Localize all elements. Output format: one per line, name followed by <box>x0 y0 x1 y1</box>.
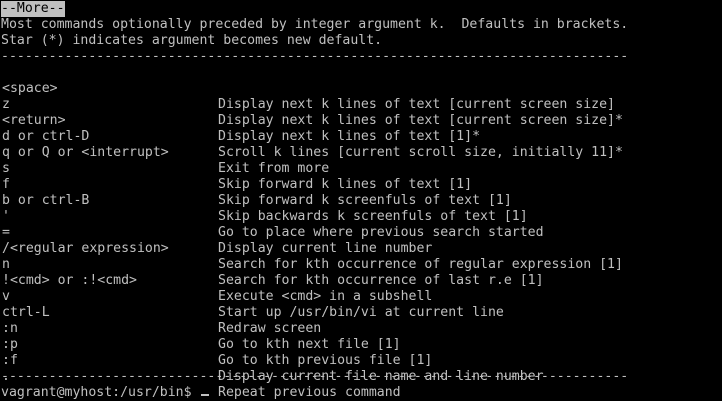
command-row: <return> Display next k lines of text [1… <box>1 97 480 144</box>
command-desc: Redraw screen <box>218 321 322 336</box>
command-row: :n Go to kth next file [1] <box>1 305 401 352</box>
command-desc: Skip forward k screenfuls of text [1] <box>218 193 512 208</box>
command-row: ' Go to place where previous search star… <box>1 193 544 240</box>
separator-line: ----------------------------------------… <box>1 369 629 384</box>
command-row: = Display current line number <box>1 209 432 256</box>
shell-prompt: vagrant@myhost:/usr/bin$ <box>1 385 200 400</box>
command-desc: Repeat previous command <box>218 385 401 400</box>
command-row: b or ctrl-B Skip backwards k screenfuls … <box>1 177 528 224</box>
text-cursor <box>200 394 209 396</box>
command-desc: Display next k lines of text [1]* <box>218 129 481 144</box>
shell-prompt-line[interactable]: vagrant@myhost:/usr/bin$ <box>1 385 209 401</box>
command-desc: Search for kth occurrence of regular exp… <box>218 257 623 272</box>
command-row: v Start up /usr/bin/vi at current line <box>1 273 504 320</box>
command-row: :p Go to kth previous file [1] <box>1 321 432 368</box>
command-row: . Repeat previous command <box>1 353 401 400</box>
command-desc: Start up /usr/bin/vi at current line <box>218 305 504 320</box>
command-desc: Search for kth occurrence of last r.e [1… <box>218 273 544 288</box>
command-desc: Exit from more <box>218 161 330 176</box>
command-row: ctrl-L Redraw screen <box>1 289 321 336</box>
command-row: <space> Display next k lines of text [cu… <box>1 65 615 112</box>
command-desc: Scroll k lines [current scroll size, ini… <box>218 145 623 160</box>
more-prompt: --More-- <box>1 1 65 17</box>
terminal-window[interactable]: --More-- Most commands optionally preced… <box>0 0 722 401</box>
separator-line: ----------------------------------------… <box>1 49 629 64</box>
command-row: !<cmd> or :!<cmd> Execute <cmd> in a sub… <box>1 257 432 304</box>
command-row: q or Q or <interrupt> Exit from more <box>1 129 329 176</box>
command-row: d or ctrl-D Scroll k lines [current scro… <box>1 113 623 160</box>
command-desc: Go to place where previous search starte… <box>218 225 544 240</box>
intro-line: Star (*) indicates argument becomes new … <box>1 33 383 48</box>
command-row: s Skip forward k lines of text [1] <box>1 145 472 192</box>
command-desc: Display next k lines of text [current sc… <box>218 97 615 112</box>
command-desc: Skip backwards k screenfuls of text [1] <box>218 209 528 224</box>
command-row: f Skip forward k screenfuls of text [1] <box>1 161 512 208</box>
command-row: z Display next k lines of text [current … <box>1 81 623 128</box>
command-desc: Display next k lines of text [current sc… <box>218 113 623 128</box>
command-desc: Skip forward k lines of text [1] <box>218 177 473 192</box>
command-desc: Go to kth previous file [1] <box>218 353 433 368</box>
command-row: n Search for kth occurrence of last r.e … <box>1 241 544 288</box>
command-desc: Display current line number <box>218 241 433 256</box>
command-desc: Go to kth next file [1] <box>218 337 401 352</box>
command-row: /<regular expression> Search for kth occ… <box>1 225 623 272</box>
command-desc: Execute <cmd> in a subshell <box>218 289 433 304</box>
command-row: :f Display current file name and line nu… <box>1 337 544 384</box>
intro-line: Most commands optionally preceded by int… <box>1 17 629 32</box>
